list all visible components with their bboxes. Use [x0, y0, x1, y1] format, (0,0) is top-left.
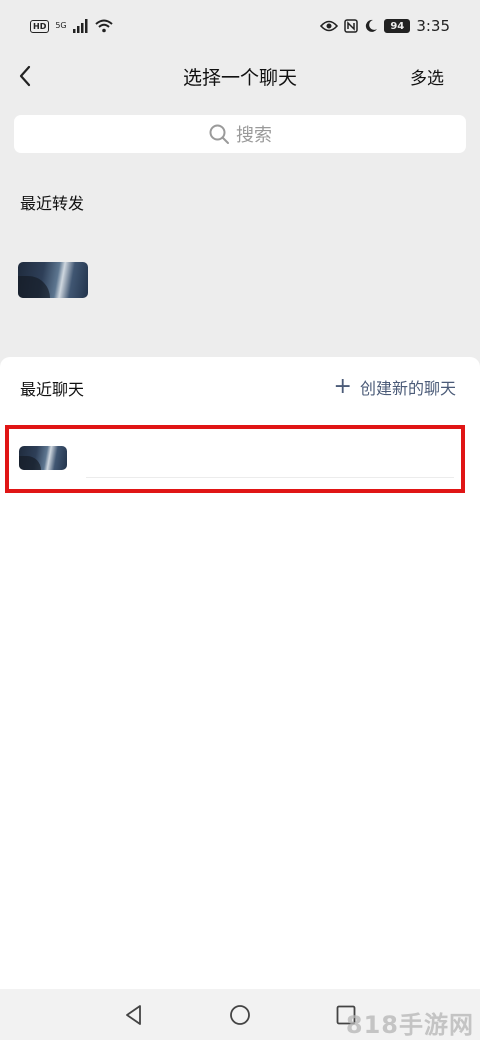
search-input[interactable]: 搜索: [14, 115, 466, 153]
signal-icon: [72, 19, 88, 33]
recent-forward-item[interactable]: [18, 262, 88, 298]
clock: 3:35: [416, 17, 450, 35]
network-label: 5G: [55, 21, 67, 30]
recent-chat-row[interactable]: [6, 426, 464, 492]
nav-back-icon[interactable]: [122, 1003, 146, 1027]
plus-icon: +: [333, 374, 352, 399]
search-placeholder: 搜索: [236, 125, 272, 146]
hd-badge: HD: [30, 19, 50, 33]
create-new-chat-label: 创建新的聊天: [359, 379, 456, 398]
create-new-chat-button[interactable]: + 创建新的聊天: [334, 375, 456, 399]
recent-forward-label: 最近转发: [20, 194, 85, 213]
row-divider: [86, 477, 454, 478]
multi-select-button[interactable]: 多选: [410, 64, 444, 89]
wifi-icon: [94, 19, 113, 33]
page-title: 选择一个聊天: [182, 66, 297, 89]
watermark-text: 818手游网: [345, 1011, 474, 1039]
nav-home-icon[interactable]: [228, 1003, 252, 1027]
eye-icon: [320, 20, 339, 32]
status-bar: HD 5G 94 3:35: [0, 0, 480, 52]
back-arrow-icon[interactable]: [12, 62, 40, 90]
chat-avatar: [19, 446, 67, 470]
status-right: 94 3:35: [320, 17, 450, 35]
nav-header: 选择一个聊天 多选: [0, 52, 480, 100]
battery-icon: 94: [384, 19, 411, 33]
search-icon: [209, 124, 229, 144]
recent-forward-thumbnail: [18, 262, 88, 298]
status-left: HD 5G: [30, 19, 113, 33]
recent-chats-label: 最近聊天: [20, 380, 85, 399]
moon-icon: [366, 19, 378, 32]
nfc-icon: [344, 19, 359, 33]
